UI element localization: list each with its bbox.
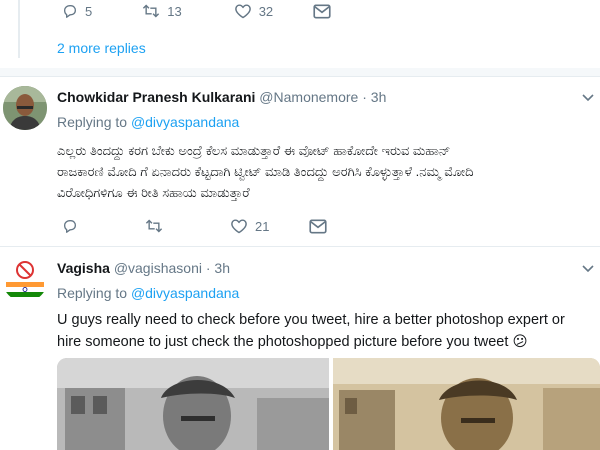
- chevron-down-icon[interactable]: [582, 265, 594, 273]
- dot-separator: ·: [205, 260, 211, 276]
- divider: [0, 246, 600, 247]
- tweet-media[interactable]: [57, 358, 600, 450]
- reply-button[interactable]: [62, 218, 85, 234]
- mention-link[interactable]: @divyaspandana: [131, 285, 239, 301]
- display-name[interactable]: Chowkidar Pranesh Kulkarani: [57, 89, 255, 105]
- tweet-text-line: ವಿರೋಧಿಗಳಿಗೂ ಈ ರೀತಿ ಸಹಾಯ ಮಾಡುತ್ತಾರೆ: [57, 185, 250, 200]
- reply-icon: [64, 4, 76, 18]
- reply-button[interactable]: 5: [62, 3, 92, 19]
- tweet-text: U guys really need to check before you t…: [57, 309, 597, 353]
- avatar[interactable]: [2, 256, 48, 302]
- retweet-button[interactable]: [145, 218, 170, 234]
- display-name[interactable]: Vagisha: [57, 260, 110, 276]
- like-count: 32: [258, 3, 274, 19]
- dot-separator: ·: [362, 89, 367, 105]
- tweet-header: Vagisha @vagishasoni · 3h: [57, 260, 230, 276]
- reply-count: 5: [85, 3, 93, 19]
- retweet-icon: [145, 219, 163, 233]
- thread-line: [18, 0, 20, 58]
- reply-icon: [64, 220, 76, 233]
- mention-link[interactable]: @divyaspandana: [131, 114, 239, 130]
- like-count: 21: [255, 218, 270, 234]
- like-icon: [231, 219, 247, 234]
- tweet-text-line: hire someone to just check the photoshop…: [57, 334, 509, 350]
- section-gap: [0, 68, 600, 76]
- replying-to: Replying to @divyaspandana: [57, 114, 239, 130]
- retweet-icon: [143, 4, 160, 18]
- tweet-header: Chowkidar Pranesh Kulkarani @Namonemore …: [57, 89, 386, 105]
- like-button[interactable]: 21: [230, 218, 269, 234]
- message-button[interactable]: [309, 219, 328, 234]
- timestamp[interactable]: 3h: [214, 260, 230, 276]
- timestamp[interactable]: 3h: [371, 89, 387, 105]
- top-tweet-actions: 5 13 32: [62, 3, 331, 19]
- tweet-actions: 21: [62, 218, 328, 234]
- tweet-text-line: ರಾಜಕಾರಣಿ ಮೋದಿ ಗೆ ಏನಾದರು ಕೆಟ್ಟದಾಗಿ ಟ್ವೀಟ್…: [57, 164, 474, 179]
- replying-label: Replying to: [57, 285, 128, 301]
- like-button[interactable]: 32: [234, 3, 273, 19]
- tweet-text-line: ಎಲ್ಲರು ತಿಂದದ್ದು ಕರಗ ಬೇಕು ಅಂದ್ರೆ ಕೆಲಸ ಮಾಡ…: [57, 143, 451, 158]
- tweet-photos: [57, 358, 600, 450]
- more-replies-link[interactable]: 2 more replies: [57, 40, 146, 56]
- photo-left: [57, 358, 329, 450]
- retweet-count: 13: [167, 3, 182, 19]
- confused-emoji-icon: 😕: [512, 334, 528, 350]
- tweet-text: ಎಲ್ಲರು ತಿಂದದ್ದು ಕರಗ ಬೇಕು ಅಂದ್ರೆ ಕೆಲಸ ಮಾಡ…: [57, 140, 474, 203]
- chevron-down-icon[interactable]: [582, 94, 594, 102]
- avatar-photo: [3, 86, 47, 130]
- avatar-flag-logo: [2, 256, 48, 302]
- tweet-text-line-with-emoji: hire someone to just check the photoshop…: [57, 331, 597, 353]
- like-icon: [234, 4, 251, 19]
- message-icon: [313, 4, 331, 18]
- divider: [0, 76, 600, 77]
- replying-to: Replying to @divyaspandana: [57, 285, 239, 301]
- replying-label: Replying to: [57, 114, 128, 130]
- user-handle[interactable]: @vagishasoni: [114, 260, 202, 276]
- avatar[interactable]: [3, 86, 47, 130]
- retweet-button[interactable]: 13: [142, 3, 182, 19]
- message-icon: [309, 219, 328, 233]
- message-button[interactable]: [313, 4, 331, 19]
- photo-right: [333, 358, 600, 450]
- user-handle[interactable]: @Namonemore: [259, 89, 358, 105]
- tweet-text-line: U guys really need to check before you t…: [57, 312, 565, 328]
